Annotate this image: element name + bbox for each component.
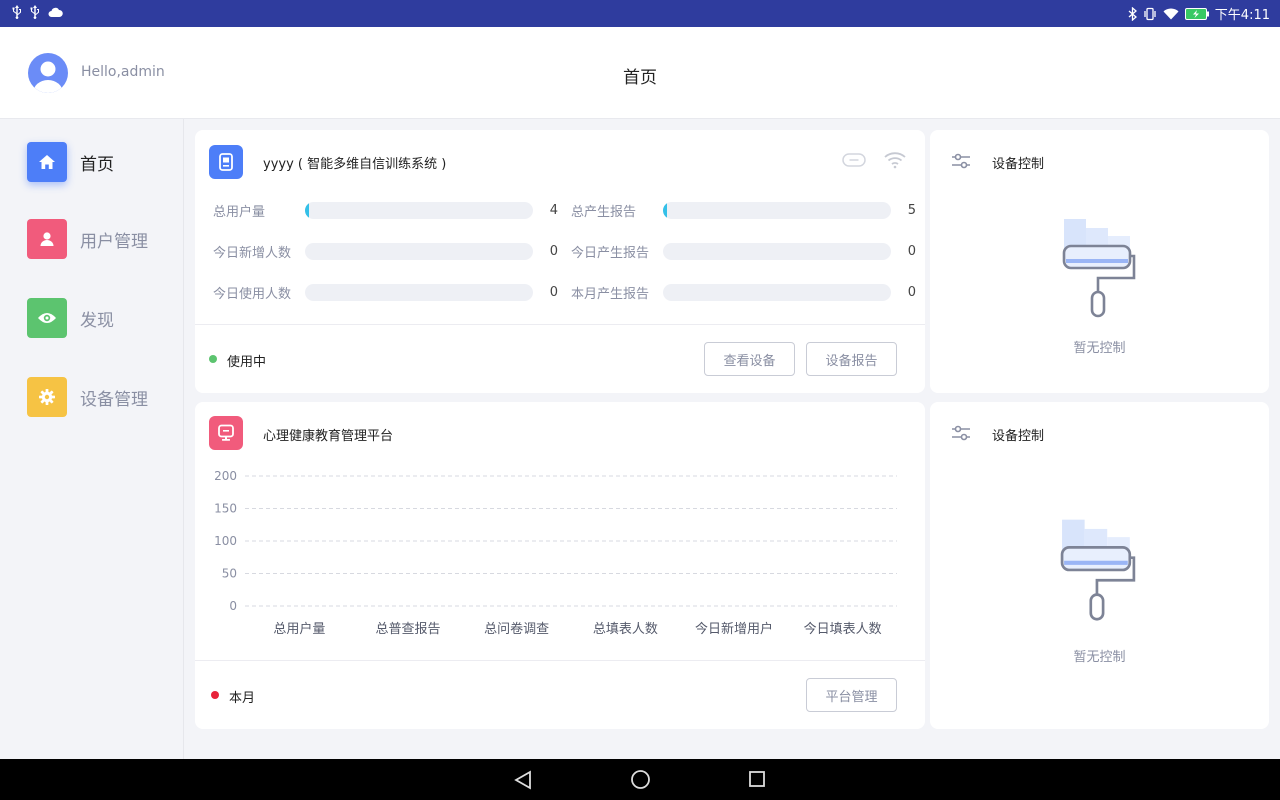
stat-label: 今日产生报告 [571,245,650,261]
stat-label: 总用户量 [213,204,266,220]
progress-fill [663,201,667,219]
divider [195,660,925,661]
progress-bar [663,201,891,219]
progress-bar [305,283,533,301]
system-nav-bar [0,759,1280,800]
sidebar-item-label: 设备管理 [80,389,148,410]
x-tick-label: 总问卷调查 [484,621,549,637]
y-tick-label: 200 [214,469,237,483]
sidebar-item-label: 发现 [80,310,114,331]
x-tick-label: 今日新增用户 [695,621,773,637]
user-icon [27,219,67,259]
stat-label: 总产生报告 [571,204,637,220]
y-tick-label: 50 [222,567,237,581]
status-dot [209,355,217,363]
stat-value: 0 [549,284,558,300]
cloud-icon [48,7,63,17]
status-text: 使用中 [227,355,267,370]
battery-icon [1184,7,1209,20]
eye-icon [27,298,67,338]
stat-value: 0 [907,243,916,259]
y-tick-label: 100 [214,534,237,548]
usb-icon [30,5,39,19]
stat-value: 5 [907,202,916,218]
control-card: 设备控制 暂无控制 [930,130,1269,393]
vibrate-icon [1144,7,1156,20]
home-icon [27,142,67,182]
sidebar-item-home[interactable]: 首页 [27,142,114,182]
divider [195,324,925,325]
device-report-button[interactable]: 设备报告 [806,342,897,376]
stat-label: 今日新增人数 [213,245,292,261]
wifi-icon [1163,8,1179,20]
control-title: 设备控制 [992,429,1045,444]
sidebar: 首页 用户管理 发现 设备管理 [0,119,184,759]
sidebar-item-label: 首页 [80,154,114,175]
stat-month-reports: 本月产生报告 0 [571,282,916,302]
y-tick-label: 150 [214,502,237,516]
recents-icon[interactable] [748,770,766,788]
device-title: yyyy ( 智能多维自信训练系统 ) [263,157,447,172]
legend-label: 本月 [229,691,256,706]
x-tick-label: 总填表人数 [593,622,658,637]
stat-today-new-users: 今日新增人数 0 [213,241,558,261]
platform-manage-button[interactable]: 平台管理 [806,678,897,712]
progress-bar [663,242,891,260]
x-tick-label: 今日填表人数 [804,621,882,637]
progress-fill [305,201,309,219]
y-tick-label: 0 [229,599,237,613]
page-title: 首页 [623,68,657,88]
device-icon [209,145,243,179]
sliders-icon [952,425,970,441]
stat-label: 今日使用人数 [213,286,292,302]
app-header: Hello,admin 首页 [0,27,1280,119]
x-tick-label: 总用户量 [273,621,325,637]
wifi-icon [884,152,906,169]
clock: 下午4:11 [1214,8,1270,23]
empty-roller-illustration [1062,219,1136,318]
stat-value: 4 [549,202,558,218]
control-card: 设备控制 暂无控制 [930,402,1269,729]
home-circle-icon[interactable] [630,769,651,790]
back-icon[interactable] [513,770,533,790]
sidebar-item-users[interactable]: 用户管理 [27,219,148,259]
device-card: yyyy ( 智能多维自信训练系统 ) 总用户量 4 今日新增人数 0 今日使用… [195,130,925,393]
progress-bar [305,242,533,260]
x-tick-label: 总普查报告 [375,622,440,637]
sidebar-item-device-manage[interactable]: 设备管理 [27,377,148,417]
stat-value: 0 [549,243,558,259]
bluetooth-icon [1128,6,1137,21]
stat-total-users: 总用户量 4 [213,200,558,220]
platform-card: 心理健康教育管理平台 200 150 100 50 0 总用户量 总普查报告 总问卷调查 总填表… [195,402,925,729]
progress-bar [305,201,533,219]
stat-total-reports: 总产生报告 5 [571,200,916,220]
progress-bar [663,283,891,301]
legend-dot [211,691,219,699]
stat-today-active-users: 今日使用人数 0 [213,282,558,302]
empty-text: 暂无控制 [1073,650,1126,665]
stat-today-reports: 今日产生报告 0 [571,241,916,261]
stat-value: 0 [907,284,916,300]
view-device-button[interactable]: 查看设备 [704,342,795,376]
stat-label: 本月产生报告 [571,286,650,302]
control-title: 设备控制 [992,157,1045,172]
usb-icon [12,5,21,19]
empty-text: 暂无控制 [1073,341,1126,356]
status-bar: 下午4:11 [0,0,1280,27]
sidebar-item-discover[interactable]: 发现 [27,298,114,338]
link-icon [842,153,866,167]
empty-roller-illustration [1060,519,1136,621]
sliders-icon [952,153,970,169]
sidebar-item-label: 用户管理 [80,231,148,252]
platform-chart: 200 150 100 50 0 总用户量 总普查报告 总问卷调查 总填表人数 今日新增用户 今日填… [214,469,897,637]
gear-icon [27,377,67,417]
